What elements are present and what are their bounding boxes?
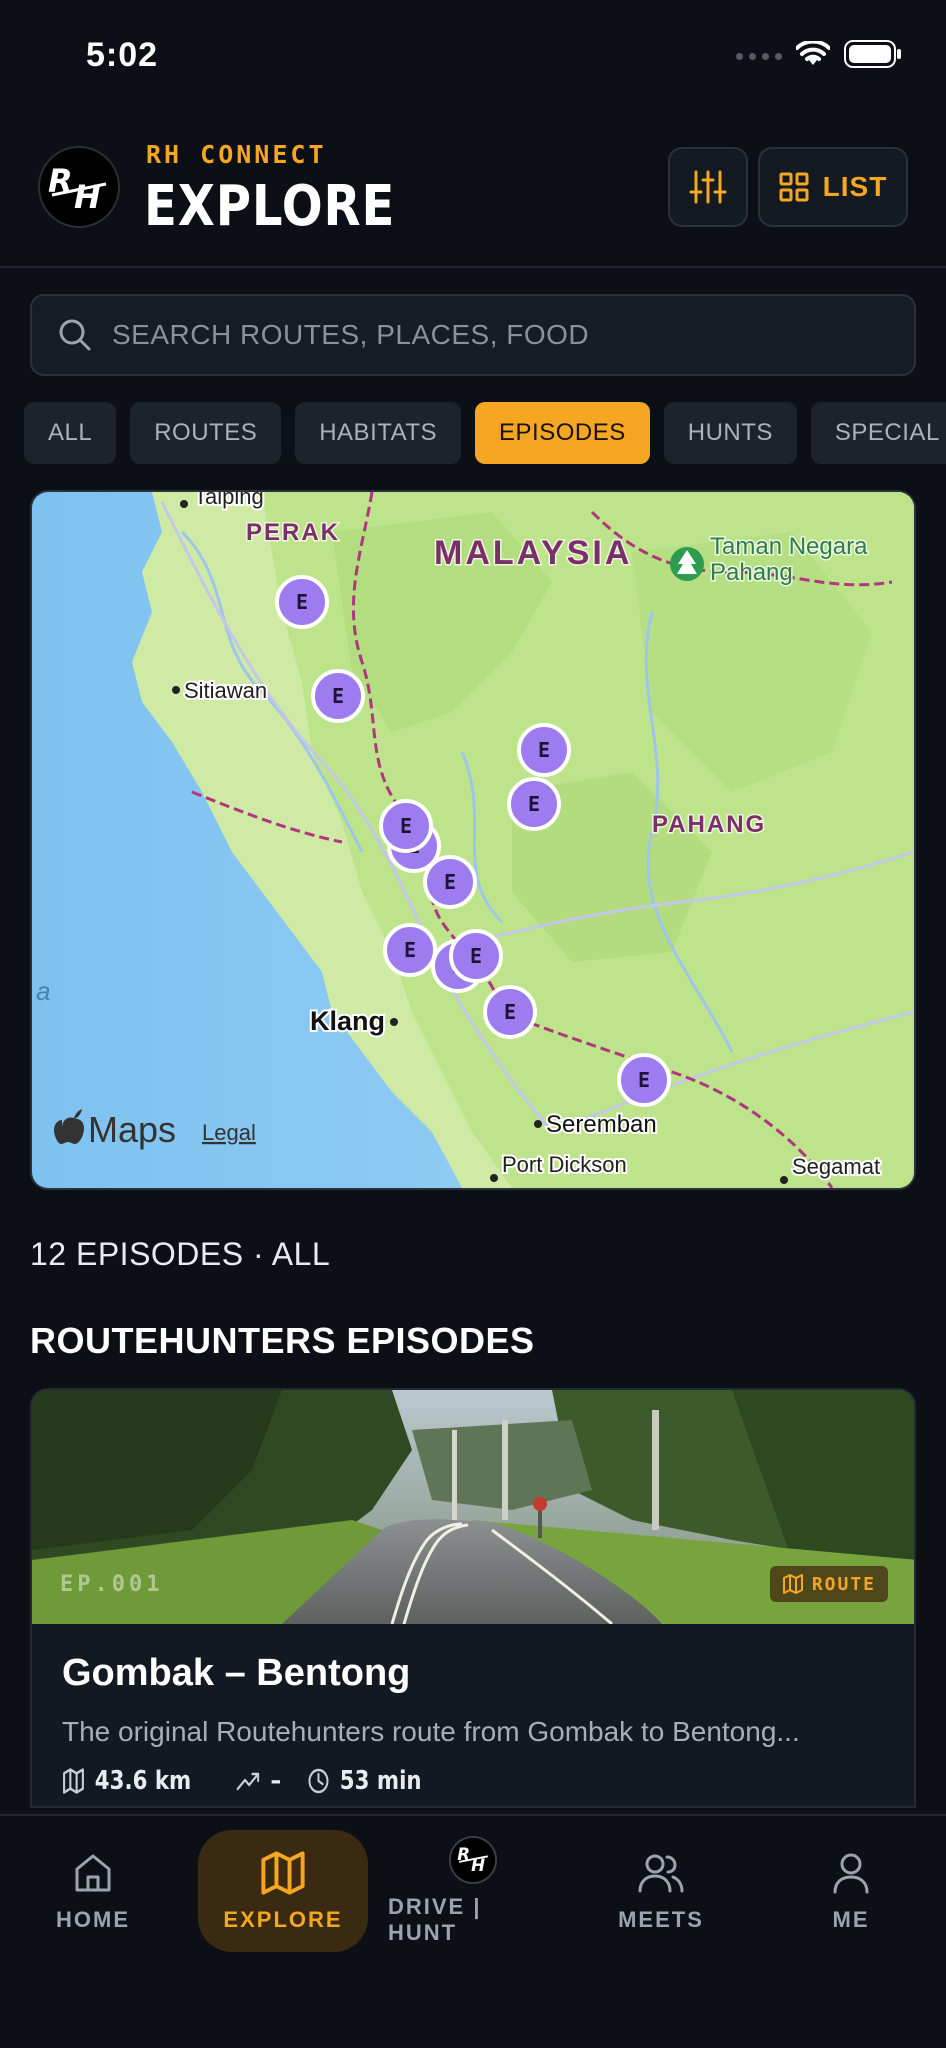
nav-me[interactable]: ME — [766, 1830, 936, 1952]
header-subtitle: RH CONNECT — [146, 140, 327, 169]
episode-marker[interactable]: E — [379, 799, 433, 853]
battery-icon — [844, 40, 902, 73]
map-label-klang: Klang — [310, 1006, 385, 1036]
section-title: ROUTEHUNTERS EPISODES — [30, 1320, 535, 1361]
search-input[interactable] — [112, 319, 892, 351]
user-icon — [827, 1849, 875, 1897]
episode-marker[interactable]: E — [517, 723, 571, 777]
map-icon — [63, 1768, 84, 1794]
map-label-park-2: Pahang — [710, 559, 793, 586]
map-icon — [259, 1849, 307, 1897]
map-label-park-1: Taman Negara — [710, 533, 868, 560]
episode-photo: EP.001 ROUTE — [32, 1390, 914, 1624]
search-bar[interactable] — [30, 294, 916, 376]
app-header: R H RH CONNECT EXPLORE LIST — [0, 130, 946, 268]
episode-title: Gombak – Bentong — [62, 1652, 411, 1694]
chip-episodes[interactable]: EPISODES — [475, 402, 650, 464]
svg-text:E: E — [528, 792, 540, 816]
svg-text:E: E — [538, 738, 550, 762]
bottom-navigation: HOME EXPLORE RH DRIVE | HUNT MEETS ME — [0, 1814, 946, 2048]
stat-distance: 43.6 km — [62, 1766, 191, 1796]
svg-text:E: E — [470, 944, 482, 968]
category-filter-chips: ALL ROUTES HABITATS EPISODES HUNTS SPECI… — [24, 402, 946, 464]
status-bar: 5:02 — [0, 0, 946, 120]
list-view-button[interactable]: LIST — [758, 147, 908, 227]
episode-marker[interactable]: E — [311, 669, 365, 723]
episode-marker[interactable]: E — [483, 985, 537, 1039]
nav-drive-hunt[interactable]: RH DRIVE | HUNT — [388, 1830, 558, 1952]
map-label-sea: a — [36, 976, 50, 1006]
search-icon — [59, 319, 91, 351]
nav-home[interactable]: HOME — [8, 1830, 178, 1952]
svg-text:E: E — [504, 1000, 516, 1024]
svg-text:E: E — [332, 684, 344, 708]
map-label-segamat: Segamat — [792, 1154, 880, 1179]
wifi-icon — [795, 39, 831, 72]
clock-icon — [308, 1768, 329, 1794]
nav-meets[interactable]: MEETS — [576, 1830, 746, 1952]
route-badge-label: ROUTE — [811, 1573, 876, 1595]
results-count: 12 EPISODES · ALL — [30, 1236, 331, 1272]
episode-marker[interactable]: E — [383, 923, 437, 977]
map-label-malaysia: MALAYSIA — [434, 534, 632, 572]
svg-text:H: H — [74, 178, 101, 212]
svg-text:E: E — [400, 814, 412, 838]
page-title: EXPLORE — [144, 174, 396, 239]
trending-up-icon — [236, 1772, 259, 1791]
svg-text:E: E — [444, 870, 456, 894]
episode-marker[interactable]: E — [449, 929, 503, 983]
map-label-pahang: PAHANG — [652, 811, 766, 838]
list-button-label: LIST — [822, 171, 888, 202]
stat-elevation: – — [236, 1766, 281, 1796]
users-icon — [637, 1849, 685, 1897]
chip-hunts[interactable]: HUNTS — [663, 402, 797, 464]
svg-text:Maps: Maps — [88, 1109, 176, 1150]
signal-icon — [736, 53, 782, 60]
map-label-seremban: Seremban — [546, 1111, 657, 1138]
chip-special[interactable]: SPECIAL S — [810, 402, 946, 464]
route-badge: ROUTE — [769, 1566, 888, 1602]
map-label-sitiawan: Sitiawan — [184, 678, 267, 703]
map-label-port-dickson: Port Dickson — [502, 1152, 627, 1177]
episode-marker[interactable]: E — [275, 575, 329, 629]
map-legal-link[interactable]: Legal — [202, 1120, 256, 1145]
episode-marker[interactable]: E — [423, 855, 477, 909]
nav-explore[interactable]: EXPLORE — [198, 1830, 368, 1952]
svg-text:E: E — [638, 1068, 650, 1092]
rh-logo: R H — [38, 146, 120, 228]
rh-logo-icon: RH — [449, 1836, 497, 1884]
episode-marker[interactable]: E — [617, 1053, 671, 1107]
chip-routes[interactable]: ROUTES — [130, 402, 282, 464]
episode-marker[interactable]: E — [507, 777, 561, 831]
home-icon — [69, 1849, 117, 1897]
episode-description: The original Routehunters route from Gom… — [62, 1716, 800, 1747]
stat-duration: 53 min — [307, 1766, 421, 1796]
grid-icon — [779, 172, 809, 202]
episode-number-tag: EP.001 — [60, 1572, 164, 1597]
episode-stats: 43.6 km – 53 min — [62, 1766, 428, 1796]
sliders-icon — [689, 170, 727, 204]
map-icon — [782, 1574, 803, 1594]
map-label-perak: PERAK — [246, 519, 340, 546]
chip-habitats[interactable]: HABITATS — [295, 402, 462, 464]
filter-button[interactable] — [668, 147, 748, 227]
status-time: 5:02 — [86, 36, 159, 74]
chip-all[interactable]: ALL — [24, 402, 117, 464]
svg-text:E: E — [296, 590, 308, 614]
episodes-map[interactable]: Taiping PERAK MALAYSIA Taman Negara Paha… — [30, 490, 916, 1190]
map-label-taiping: Taiping — [194, 492, 264, 509]
svg-text:E: E — [404, 938, 416, 962]
episode-card[interactable]: EP.001 ROUTE Gombak – Bentong The origin… — [30, 1388, 916, 1808]
status-icons — [736, 39, 902, 73]
